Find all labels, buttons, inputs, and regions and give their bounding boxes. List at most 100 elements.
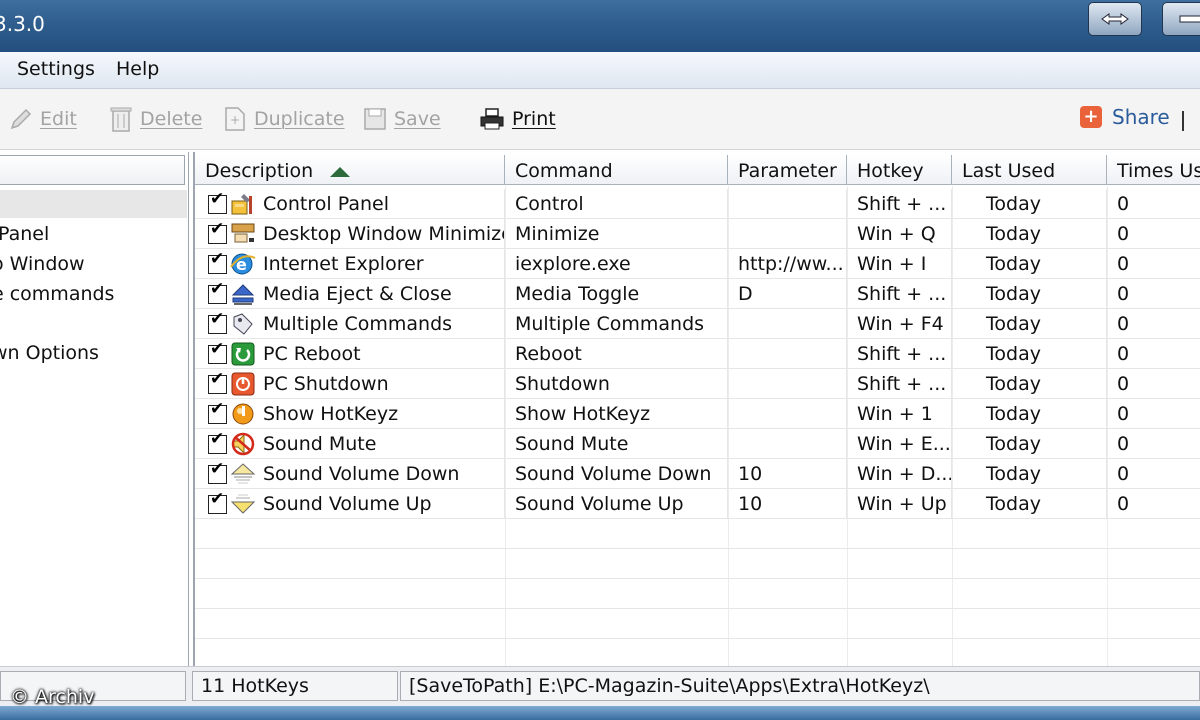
cell-parameter: 10 (728, 489, 847, 519)
cell-parameter: http://ww... (728, 249, 847, 279)
column-header-hotkey[interactable]: Hotkey (847, 155, 952, 185)
save-button[interactable]: Save (362, 103, 441, 135)
cell-description: Sound Volume Down (257, 459, 505, 489)
cell-parameter: 10 (728, 459, 847, 489)
empty-row (195, 549, 1200, 579)
cell-times-used: 0 (1107, 339, 1200, 369)
edit-button[interactable]: Edit (8, 103, 77, 135)
close-button[interactable] (1162, 2, 1200, 36)
media-eject-icon (230, 282, 256, 306)
enabled-checkbox[interactable] (208, 489, 227, 514)
cell-hotkey: Shift + ... (847, 369, 952, 399)
category-header[interactable] (0, 155, 185, 185)
table-row[interactable]: Desktop Window MinimizeMinimize Win + QTo… (195, 219, 1200, 249)
print-label: Print (512, 108, 556, 130)
enabled-checkbox[interactable] (208, 219, 227, 244)
table-row[interactable]: Media Eject & CloseMedia ToggleDShift + … (195, 279, 1200, 309)
svg-text:+: + (230, 113, 240, 127)
enabled-checkbox[interactable] (208, 249, 227, 274)
delete-label: Delete (140, 108, 203, 130)
enabled-checkbox[interactable] (208, 429, 227, 454)
cell-hotkey: Shift + ... (847, 339, 952, 369)
status-count: 11 HotKeys (192, 671, 398, 701)
cell-description: Sound Volume Up (257, 489, 505, 519)
enabled-checkbox[interactable] (208, 339, 227, 364)
hotkey-table: Description Command Parameter Hotkey Las… (193, 152, 1200, 666)
trash-icon (110, 107, 132, 132)
restore-button[interactable] (1088, 2, 1142, 36)
cell-hotkey: Win + F4 (847, 309, 952, 339)
reboot-icon (230, 342, 256, 366)
toolbar: Edit Delete + Duplicate Save Print + Sha… (0, 89, 1200, 150)
cell-hotkey: Win + D... (847, 459, 952, 489)
category-item[interactable]: wn Options (0, 342, 99, 364)
column-header-description[interactable]: Description (195, 155, 505, 185)
duplicate-button[interactable]: + Duplicate (222, 103, 345, 135)
cell-hotkey: Shift + ... (847, 279, 952, 309)
column-header-last-used[interactable]: Last Used (952, 155, 1107, 185)
empty-row (195, 519, 1200, 549)
cell-parameter (728, 309, 847, 339)
enabled-checkbox[interactable] (208, 279, 227, 304)
cell-hotkey: Win + E... (847, 429, 952, 459)
cell-command: Shutdown (505, 369, 728, 399)
cell-last-used: Today (952, 249, 1107, 279)
table-row[interactable]: Multiple CommandsMultiple Commands Win + … (195, 309, 1200, 339)
cell-last-used: Today (952, 219, 1107, 249)
table-row[interactable]: Sound Volume UpSound Volume Up10Win + Up… (195, 489, 1200, 519)
empty-row (195, 609, 1200, 639)
table-row[interactable]: PC ShutdownShutdown Shift + ...Today0 (195, 369, 1200, 399)
cell-times-used: 0 (1107, 399, 1200, 429)
delete-button[interactable]: Delete (108, 103, 202, 135)
category-item[interactable]: e commands (0, 283, 114, 305)
volume-up-icon (230, 492, 256, 516)
column-header-times-used[interactable]: Times Use (1107, 155, 1200, 185)
cell-parameter (728, 219, 847, 249)
title-bar: 3.3.0 (0, 0, 1200, 52)
table-row[interactable]: PC RebootReboot Shift + ...Today0 (195, 339, 1200, 369)
hotkeyz-icon (230, 402, 256, 426)
category-item[interactable]: Panel (0, 223, 49, 245)
print-button[interactable]: Print (478, 103, 556, 135)
cell-parameter (728, 399, 847, 429)
cell-hotkey: Win + I (847, 249, 952, 279)
menu-bar: Settings Help (0, 52, 1200, 89)
enabled-checkbox[interactable] (208, 189, 227, 214)
cell-last-used: Today (952, 399, 1107, 429)
cell-command: Control (505, 189, 728, 219)
column-header-label: Description (205, 160, 314, 182)
enabled-checkbox[interactable] (208, 459, 227, 484)
cell-command: iexplore.exe (505, 249, 728, 279)
cell-description: PC Shutdown (257, 369, 505, 399)
column-header-command[interactable]: Command (505, 155, 728, 185)
share-button[interactable]: + Share (1080, 105, 1170, 129)
cell-description: Show HotKeyz (257, 399, 505, 429)
cell-last-used: Today (952, 339, 1107, 369)
cell-description: Internet Explorer (257, 249, 505, 279)
printer-icon (480, 108, 504, 130)
table-row[interactable]: Show HotKeyzShow HotKeyz Win + 1Today0 (195, 399, 1200, 429)
cell-description: Desktop Window Minimize (257, 219, 505, 249)
selected-category[interactable] (0, 190, 187, 218)
menu-help[interactable]: Help (116, 58, 159, 80)
enabled-checkbox[interactable] (208, 399, 227, 424)
window-title: 3.3.0 (0, 12, 45, 36)
table-row[interactable]: Sound Volume DownSound Volume Down10Win … (195, 459, 1200, 489)
share-label: Share (1112, 105, 1170, 129)
category-item[interactable]: o Window (0, 253, 85, 275)
internet-explorer-icon: e (230, 252, 256, 276)
shutdown-icon (230, 372, 256, 396)
enabled-checkbox[interactable] (208, 369, 227, 394)
column-header-parameter[interactable]: Parameter (728, 155, 847, 185)
cell-hotkey: Win + 1 (847, 399, 952, 429)
cell-description: PC Reboot (257, 339, 505, 369)
enabled-checkbox[interactable] (208, 309, 227, 334)
cell-times-used: 0 (1107, 429, 1200, 459)
table-row[interactable]: eInternet Exploreriexplore.exehttp://ww.… (195, 249, 1200, 279)
cell-last-used: Today (952, 459, 1107, 489)
table-row[interactable]: Sound MuteSound Mute Win + E...Today0 (195, 429, 1200, 459)
menu-settings[interactable]: Settings (17, 58, 95, 80)
floppy-disk-icon (364, 108, 386, 130)
table-row[interactable]: Control PanelControl Shift + ...Today0 (195, 189, 1200, 219)
cell-hotkey: Win + Up (847, 489, 952, 519)
